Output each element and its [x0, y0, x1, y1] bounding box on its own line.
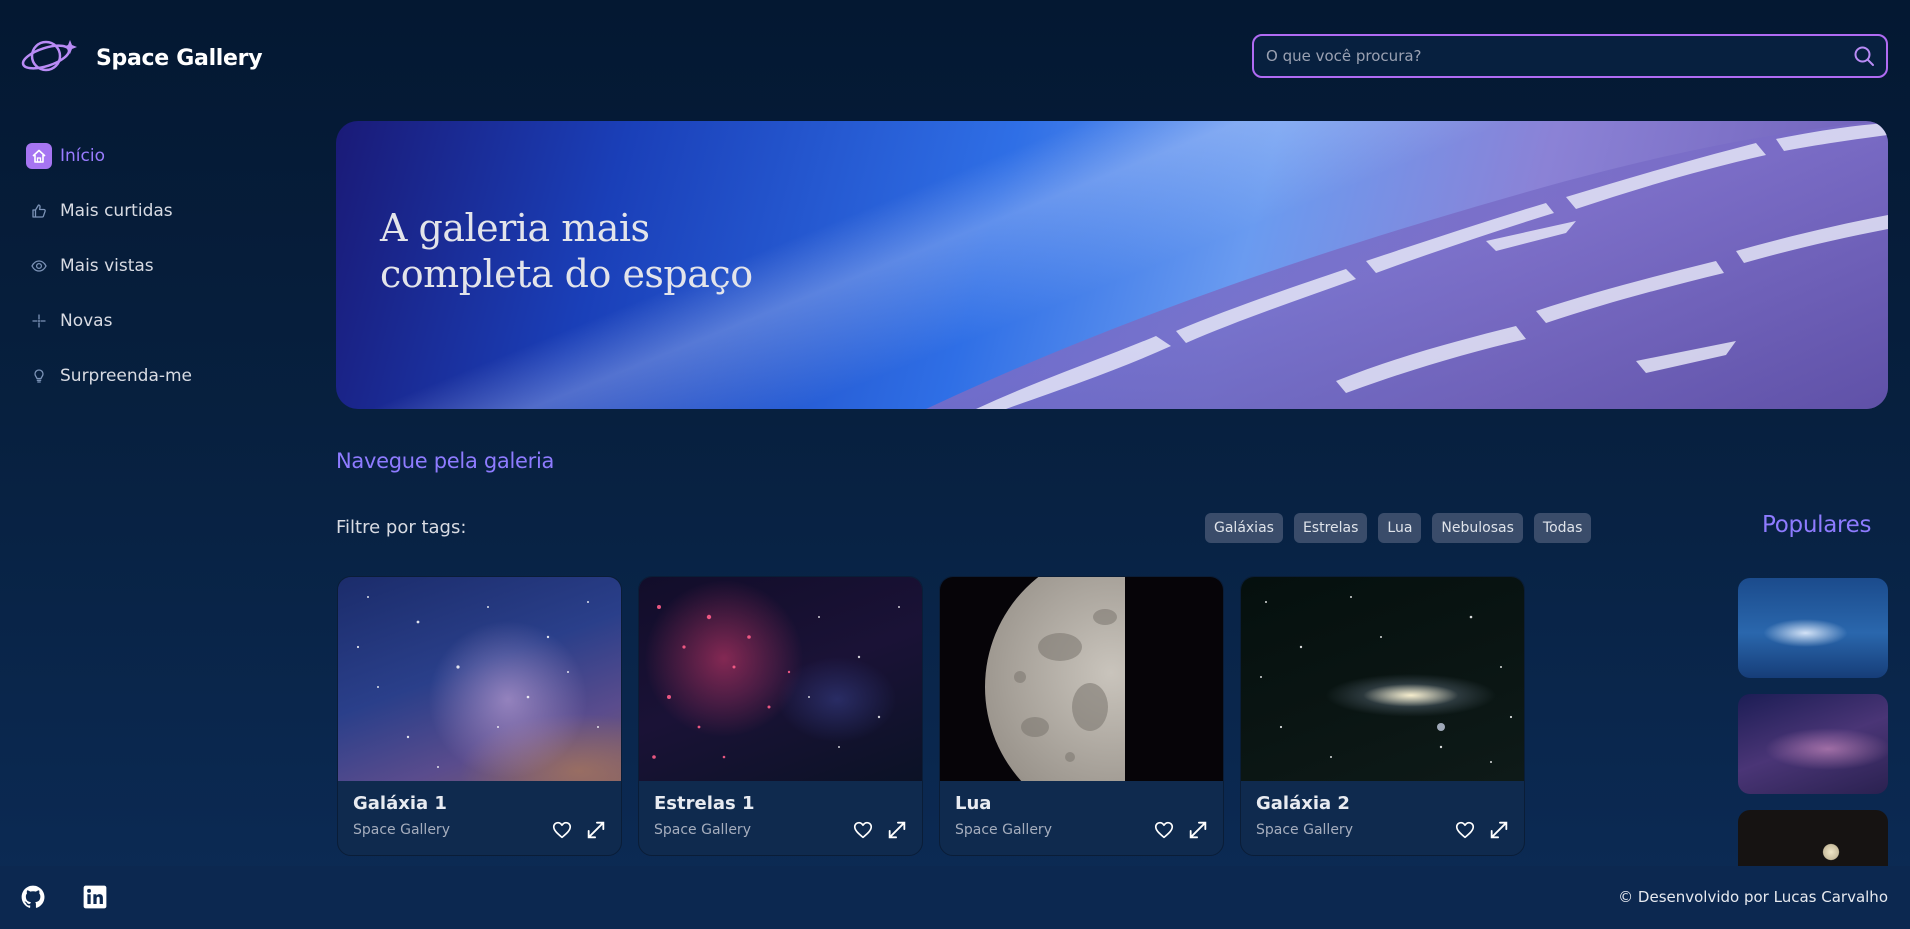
banner-title: A galeria mais completa do espaço [380, 206, 753, 296]
tag-lua[interactable]: Lua [1378, 513, 1422, 543]
card-image-galaxia-2[interactable] [1241, 577, 1524, 781]
gallery-card[interactable]: Galáxia 2 Space Gallery [1240, 576, 1525, 856]
heart-icon[interactable] [1454, 819, 1476, 841]
home-icon [26, 143, 52, 169]
expand-icon[interactable] [1187, 819, 1209, 841]
hero-banner: A galeria mais completa do espaço [336, 121, 1888, 409]
search-bar [1252, 34, 1888, 78]
card-image-lua[interactable] [940, 577, 1223, 781]
github-icon[interactable] [20, 884, 46, 910]
eye-icon [26, 253, 52, 279]
card-title: Galáxia 2 [1256, 793, 1350, 814]
tag-todas[interactable]: Todas [1533, 513, 1592, 543]
sidebar-item-label: Novas [60, 311, 113, 331]
card-title: Lua [955, 793, 992, 814]
card-title: Estrelas 1 [654, 793, 755, 814]
expand-icon[interactable] [886, 819, 908, 841]
expand-icon[interactable] [585, 819, 607, 841]
tag-estrelas[interactable]: Estrelas [1293, 513, 1368, 543]
tag-filter-list: Galáxias Estrelas Lua Nebulosas Todas [1205, 513, 1592, 543]
social-links [20, 884, 108, 910]
search-icon[interactable] [1852, 44, 1876, 68]
gallery-card[interactable]: Estrelas 1 Space Gallery [638, 576, 923, 856]
planet-icon [20, 34, 86, 82]
brand-name: Space Gallery [96, 45, 263, 71]
card-title: Galáxia 1 [353, 793, 447, 814]
expand-icon[interactable] [1488, 819, 1510, 841]
popular-title: Populares [1762, 512, 1872, 538]
lightbulb-icon [26, 363, 52, 389]
sidebar-item-novas[interactable]: Novas [26, 307, 276, 335]
tag-galaxias[interactable]: Galáxias [1205, 513, 1283, 543]
brand-logo[interactable]: Space Gallery [20, 34, 263, 82]
card-image-estrelas[interactable] [639, 577, 922, 781]
sidebar-item-label: Mais curtidas [60, 201, 173, 221]
sidebar-item-mais-curtidas[interactable]: Mais curtidas [26, 197, 276, 225]
sparkle-icon [26, 308, 52, 334]
heart-icon[interactable] [852, 819, 874, 841]
sidebar-item-mais-vistas[interactable]: Mais vistas [26, 252, 276, 280]
gallery-section-title: Navegue pela galeria [336, 449, 555, 473]
popular-image-milky-way[interactable] [1738, 694, 1888, 794]
sidebar-item-label: Início [60, 146, 105, 166]
gallery-card[interactable]: Lua Space Gallery [939, 576, 1224, 856]
search-input[interactable] [1266, 47, 1852, 65]
popular-image-nebula[interactable] [1738, 578, 1888, 678]
thumbs-up-icon [26, 198, 52, 224]
heart-icon[interactable] [1153, 819, 1175, 841]
sidebar-item-label: Surpreenda-me [60, 366, 193, 386]
card-image-galaxia[interactable] [338, 577, 621, 781]
sidebar-item-inicio[interactable]: Início [26, 142, 276, 170]
filter-label: Filtre por tags: [336, 517, 467, 538]
heart-icon[interactable] [551, 819, 573, 841]
sidebar-nav: Início Mais curtidas Mais vistas Novas S… [26, 142, 276, 417]
footer-copyright: © Desenvolvido por Lucas Carvalho [1618, 888, 1888, 906]
sidebar-item-label: Mais vistas [60, 256, 154, 276]
gallery-card-list: Galáxia 1 Space Gallery Estrelas 1 Space… [337, 576, 1525, 856]
gallery-card[interactable]: Galáxia 1 Space Gallery [337, 576, 622, 856]
sidebar-item-surpreenda-me[interactable]: Surpreenda-me [26, 362, 276, 390]
footer: © Desenvolvido por Lucas Carvalho [0, 866, 1910, 929]
linkedin-icon[interactable] [82, 884, 108, 910]
tag-nebulosas[interactable]: Nebulosas [1432, 513, 1523, 543]
